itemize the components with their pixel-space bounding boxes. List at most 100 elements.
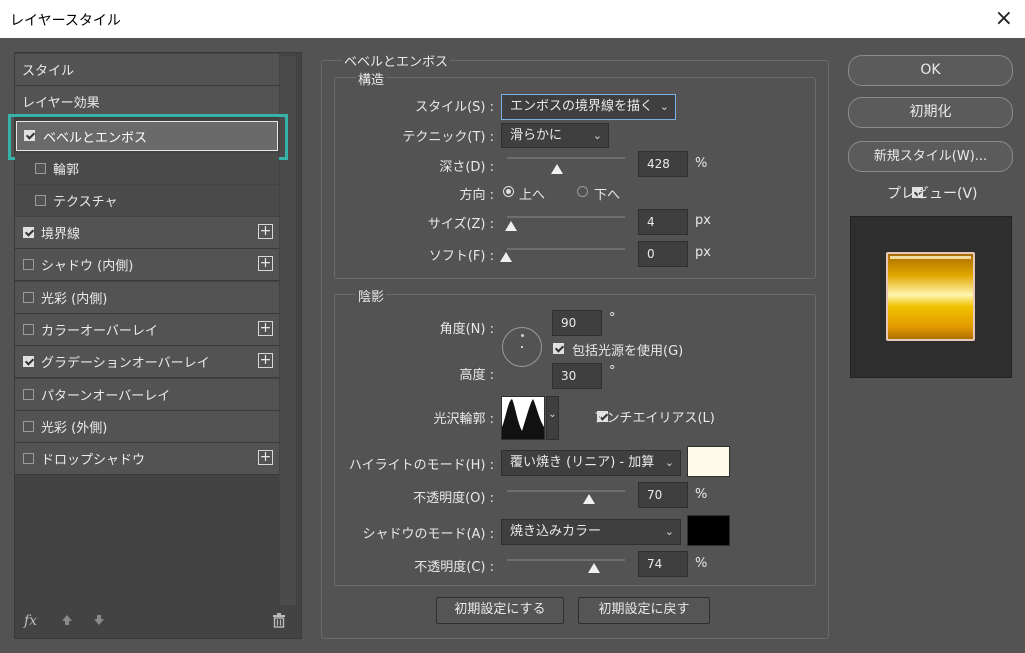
move-up-icon[interactable] bbox=[60, 613, 74, 631]
make-default-button[interactable]: 初期設定にする bbox=[436, 597, 564, 624]
list-item-stroke[interactable]: 境界線 + bbox=[15, 217, 279, 249]
direction-up-radio[interactable] bbox=[503, 186, 514, 197]
depth-slider-thumb[interactable] bbox=[551, 164, 563, 174]
shadow-mode-label: シャドウのモード(A) : bbox=[362, 527, 494, 542]
list-item-styles[interactable]: スタイル bbox=[15, 54, 279, 86]
depth-slider-track[interactable] bbox=[507, 157, 625, 159]
highlight-mode-value: 覆い焼き (リニア) - 加算 bbox=[510, 455, 655, 470]
depth-unit: % bbox=[695, 156, 708, 171]
highlight-opacity-slider-track[interactable] bbox=[507, 490, 625, 492]
texture-checkbox[interactable] bbox=[35, 195, 46, 206]
altitude-label: 高度 : bbox=[459, 368, 494, 383]
reset-default-button[interactable]: 初期設定に戻す bbox=[578, 597, 710, 624]
direction-down-radio[interactable] bbox=[577, 186, 588, 197]
size-input[interactable]: 4 bbox=[638, 209, 688, 235]
list-item-bevel-emboss[interactable]: ベベルとエンボス bbox=[16, 121, 278, 151]
contour-checkbox[interactable] bbox=[35, 163, 46, 174]
depth-input[interactable]: 428 bbox=[638, 151, 688, 177]
inner-glow-checkbox[interactable] bbox=[23, 292, 34, 303]
pattern-overlay-checkbox[interactable] bbox=[23, 389, 34, 400]
style-label: スタイル(S) : bbox=[415, 100, 494, 115]
add-gradient-overlay-plus-icon[interactable]: + bbox=[258, 353, 273, 368]
move-down-icon[interactable] bbox=[92, 613, 106, 631]
shadow-color-swatch[interactable] bbox=[687, 515, 730, 546]
shadow-opacity-slider-track[interactable] bbox=[507, 559, 625, 561]
add-inner-shadow-plus-icon[interactable]: + bbox=[258, 256, 273, 271]
list-item-drop-shadow[interactable]: ドロップシャドウ + bbox=[15, 443, 279, 475]
outer-glow-checkbox[interactable] bbox=[23, 421, 34, 432]
add-color-overlay-plus-icon[interactable]: + bbox=[258, 321, 273, 336]
list-item-contour[interactable]: 輪郭 bbox=[15, 153, 279, 184]
color-overlay-checkbox[interactable] bbox=[23, 324, 34, 335]
altitude-input[interactable]: 30 bbox=[552, 363, 602, 389]
gradient-overlay-checkbox[interactable] bbox=[23, 356, 34, 367]
drop-shadow-checkbox[interactable] bbox=[23, 453, 34, 464]
style-preview bbox=[850, 216, 1012, 378]
shading-title: 陰影 bbox=[356, 286, 387, 305]
shadow-opacity-input[interactable]: 74 bbox=[638, 551, 688, 577]
highlight-color-swatch[interactable] bbox=[687, 446, 730, 477]
soften-slider-thumb[interactable] bbox=[500, 252, 512, 262]
antialias-label: アンチエイリアス(L) bbox=[594, 411, 715, 426]
highlight-opacity-input[interactable]: 70 bbox=[638, 482, 688, 508]
global-light-label: 包括光源を使用(G) bbox=[572, 344, 684, 359]
bevel-section-title: ベベルとエンボス bbox=[342, 51, 451, 70]
add-drop-shadow-plus-icon[interactable]: + bbox=[258, 450, 273, 465]
trash-icon[interactable] bbox=[272, 613, 286, 632]
chevron-down-icon[interactable]: ⌄ bbox=[546, 396, 559, 440]
global-light-checkbox[interactable] bbox=[553, 343, 564, 354]
depth-label: 深さ(D) : bbox=[439, 160, 494, 175]
angle-unit: ° bbox=[609, 311, 616, 326]
gloss-contour-preview[interactable] bbox=[501, 396, 545, 440]
list-item-color-overlay[interactable]: カラーオーバーレイ + bbox=[15, 314, 279, 346]
reset-button[interactable]: 初期化 bbox=[848, 97, 1013, 128]
list-item-inner-glow[interactable]: 光彩 (内側) bbox=[15, 282, 279, 314]
fx-icon[interactable]: fx bbox=[24, 613, 37, 629]
angle-dial[interactable] bbox=[502, 327, 542, 367]
list-item-pattern-overlay[interactable]: パターンオーバーレイ bbox=[15, 379, 279, 411]
soften-unit: px bbox=[695, 245, 711, 260]
chevron-down-icon: ⌄ bbox=[664, 525, 674, 538]
stroke-checkbox[interactable] bbox=[23, 227, 34, 238]
add-stroke-plus-icon[interactable]: + bbox=[258, 224, 273, 239]
list-item-label: ドロップシャドウ bbox=[41, 453, 146, 468]
soften-input[interactable]: 0 bbox=[638, 241, 688, 267]
style-dropdown[interactable]: エンボスの境界線を描く ⌄ bbox=[501, 94, 676, 120]
list-item-inner-shadow[interactable]: シャドウ (内側) + bbox=[15, 249, 279, 281]
list-item-label: 光彩 (内側) bbox=[41, 292, 108, 307]
window-title: レイヤースタイル bbox=[10, 13, 121, 29]
direction-label: 方向 : bbox=[459, 188, 494, 203]
inner-shadow-checkbox[interactable] bbox=[23, 259, 34, 270]
list-item-label: 境界線 bbox=[41, 227, 81, 242]
highlight-mode-dropdown[interactable]: 覆い焼き (リニア) - 加算 ⌄ bbox=[501, 450, 681, 476]
technique-label: テクニック(T) : bbox=[402, 130, 494, 145]
close-icon[interactable]: × bbox=[995, 6, 1013, 31]
list-item-outer-glow[interactable]: 光彩 (外側) bbox=[15, 411, 279, 443]
list-item-label: パターンオーバーレイ bbox=[41, 389, 171, 404]
highlight-opacity-slider-thumb[interactable] bbox=[583, 494, 595, 504]
chevron-down-icon: ⌄ bbox=[592, 129, 602, 142]
title-bar: レイヤースタイル × bbox=[0, 0, 1025, 38]
direction-down-label: 下へ bbox=[594, 188, 621, 203]
list-item-label: テクスチャ bbox=[53, 195, 118, 210]
size-slider-track[interactable] bbox=[507, 216, 625, 218]
list-item-gradient-overlay[interactable]: グラデーションオーバーレイ + bbox=[15, 346, 279, 378]
soften-slider-track[interactable] bbox=[507, 248, 625, 250]
angle-input[interactable]: 90 bbox=[552, 310, 602, 336]
bevel-checkbox[interactable] bbox=[24, 130, 35, 141]
list-item-label: カラーオーバーレイ bbox=[41, 324, 158, 339]
angle-label: 角度(N) : bbox=[439, 322, 494, 337]
list-item-texture[interactable]: テクスチャ bbox=[15, 185, 279, 216]
list-item-label: 輪郭 bbox=[53, 163, 80, 178]
technique-dropdown[interactable]: 滑らかに ⌄ bbox=[501, 123, 609, 148]
list-item-label: スタイル bbox=[22, 64, 75, 79]
soften-label: ソフト(F) : bbox=[428, 249, 494, 264]
ok-button[interactable]: OK bbox=[848, 55, 1013, 86]
new-style-button[interactable]: 新規スタイル(W)... bbox=[848, 141, 1013, 172]
shadow-opacity-slider-thumb[interactable] bbox=[588, 563, 600, 573]
preview-label: プレビュー(V) bbox=[887, 186, 978, 202]
highlight-opacity-label: 不透明度(O) : bbox=[413, 491, 494, 506]
altitude-unit: ° bbox=[609, 364, 616, 379]
shadow-mode-dropdown[interactable]: 焼き込みカラー ⌄ bbox=[501, 519, 681, 545]
size-slider-thumb[interactable] bbox=[505, 221, 517, 231]
